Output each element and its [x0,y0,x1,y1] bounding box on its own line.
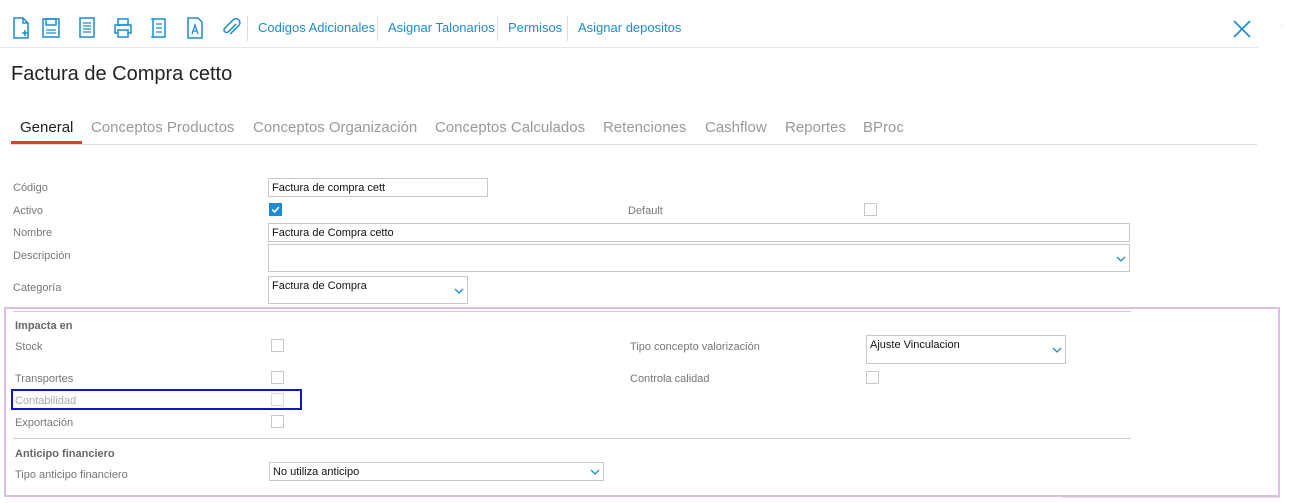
toolbar-separator [377,16,378,41]
save-icon[interactable] [40,16,62,40]
report-icon[interactable] [148,16,170,40]
tipo-concepto-select[interactable]: Ajuste Vinculacion [866,335,1066,364]
controla-calidad-checkbox[interactable] [866,371,879,384]
attachment-icon[interactable] [220,16,242,40]
permisos-link[interactable]: Permisos [508,20,562,35]
print-icon[interactable] [112,16,134,40]
close-icon[interactable] [1230,17,1254,41]
impacta-section-title: Impacta en [15,320,73,332]
section-divider [13,311,1131,312]
nombre-label: Nombre [13,227,53,239]
codigos-adicionales-link[interactable]: Codigos Adicionales [258,20,375,35]
active-tab-indicator [11,141,82,144]
tab-conceptos-calculados[interactable]: Conceptos Calculados [435,119,585,136]
toolbar-separator [497,16,498,41]
default-checkbox[interactable] [864,203,877,216]
codigo-label: Código [13,182,48,194]
chevron-down-icon[interactable] [1116,256,1126,263]
section-divider [13,438,1131,439]
chevron-down-icon[interactable] [1052,347,1062,354]
controla-calidad-label: Controla calidad [630,373,710,385]
text-document-icon[interactable] [184,16,206,40]
tab-conceptos-organizacion[interactable]: Conceptos Organización [253,119,417,136]
tab-retenciones[interactable]: Retenciones [603,119,686,136]
focus-highlight [11,389,302,410]
tipo-anticipo-label: Tipo anticipo financiero [15,469,128,481]
activo-label: Activo [13,205,43,217]
codigo-field[interactable]: Factura de compra cett [268,178,488,197]
chevron-down-icon[interactable] [454,288,464,295]
nombre-field[interactable]: Factura de Compra cetto [268,223,1130,242]
tipo-concepto-label: Tipo concepto valorización [630,341,760,353]
list-document-icon[interactable] [76,16,98,40]
exportacion-label: Exportación [15,417,74,429]
toolbar-separator [567,16,568,41]
tab-bproc[interactable]: BProc [863,119,904,136]
stock-label: Stock [15,341,43,353]
bottom-divider [1062,497,1280,498]
asignar-talonarios-link[interactable]: Asignar Talonarios [388,20,495,35]
new-document-icon[interactable] [10,16,32,40]
chevron-down-icon[interactable] [590,469,600,476]
tab-bar: General Conceptos Productos Conceptos Or… [11,112,1257,145]
transportes-checkbox[interactable] [271,371,284,384]
toolbar: Codigos Adicionales Asignar Talonarios P… [0,0,1258,48]
anticipo-section-title: Anticipo financiero [15,448,115,460]
transportes-label: Transportes [15,373,74,385]
activo-checkbox[interactable] [269,203,282,216]
tab-general[interactable]: General [20,119,73,136]
tab-reportes[interactable]: Reportes [785,119,846,136]
tab-cashflow[interactable]: Cashflow [705,119,767,136]
tipo-anticipo-select[interactable]: No utiliza anticipo [269,462,604,481]
tab-conceptos-productos[interactable]: Conceptos Productos [91,119,234,136]
descripcion-label: Descripción [13,250,71,262]
categoria-select[interactable]: Factura de Compra [268,276,468,304]
exportacion-checkbox[interactable] [271,415,284,428]
page-title: Factura de Compra cetto [11,63,233,85]
categoria-label: Categoría [13,282,62,294]
default-label: Default [628,205,663,217]
toolbar-separator [247,16,248,41]
descripcion-field[interactable] [268,244,1130,272]
stock-checkbox[interactable] [271,339,284,352]
edge-dot: · [1280,20,1284,31]
asignar-depositos-link[interactable]: Asignar depositos [578,20,681,35]
